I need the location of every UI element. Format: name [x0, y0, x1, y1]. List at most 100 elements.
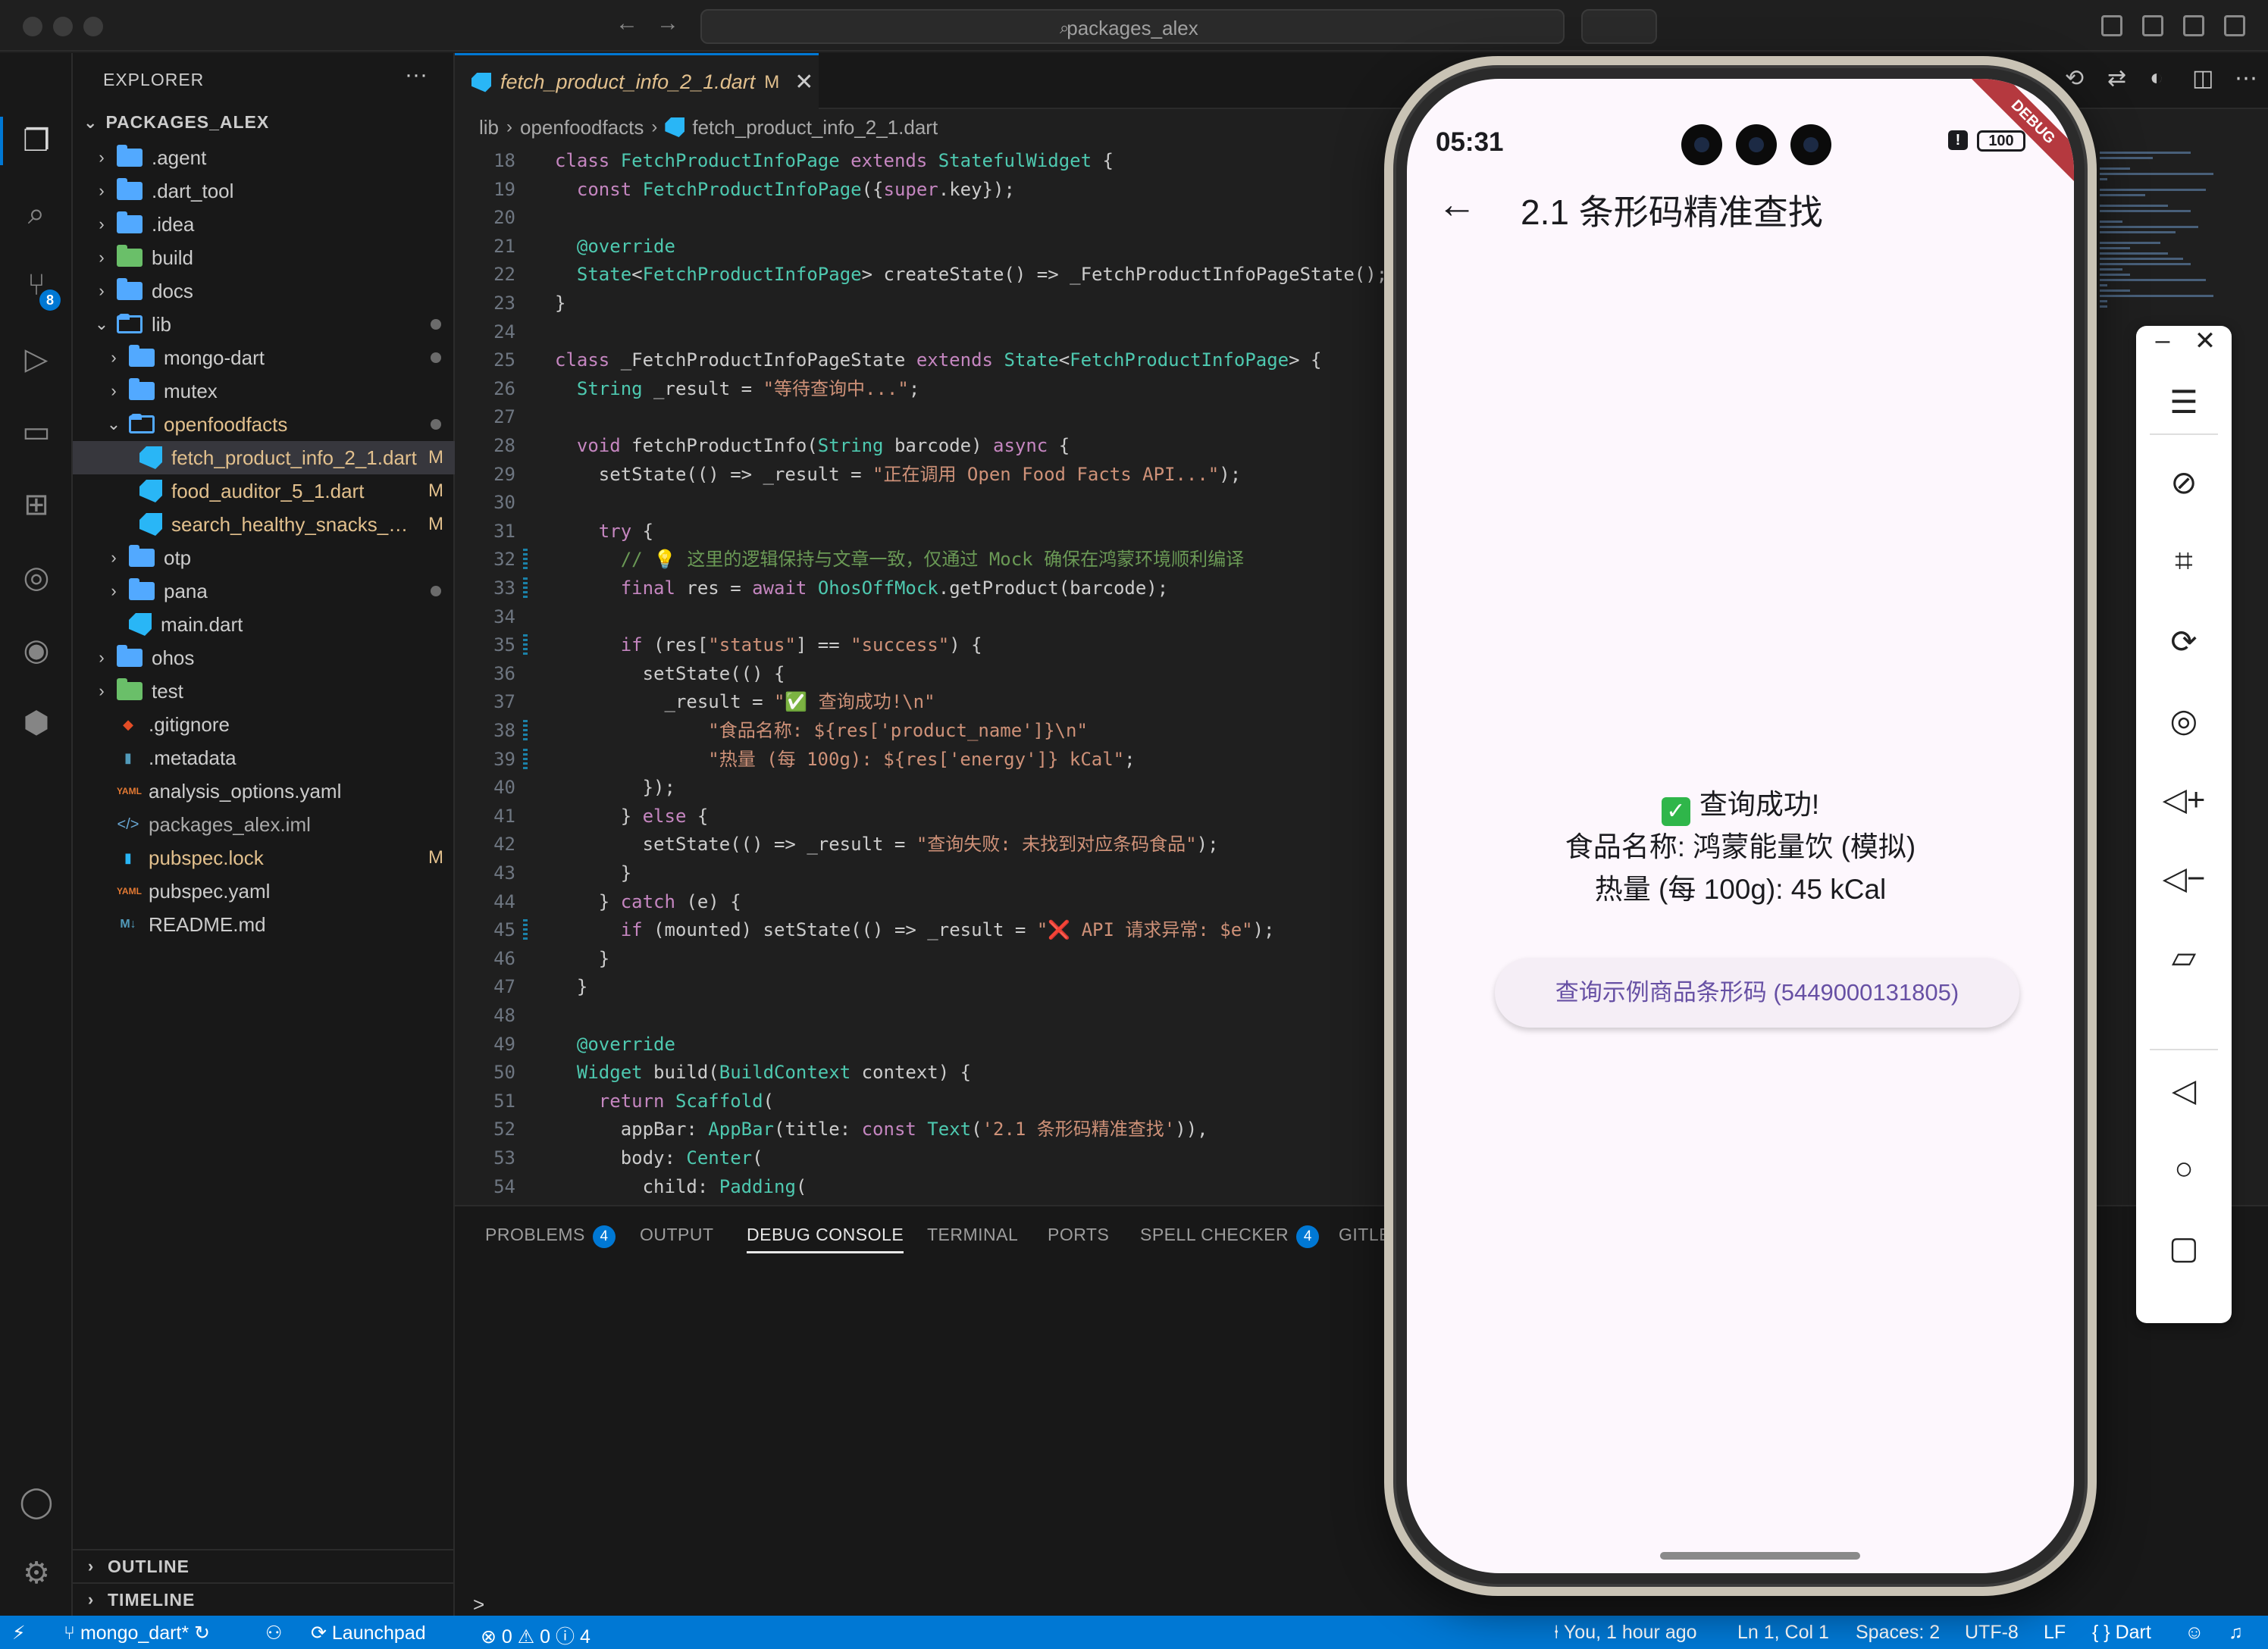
command-center[interactable]: ⌕ packages_alex [700, 9, 1565, 44]
code-line[interactable]: 30 [455, 489, 1387, 516]
code-line[interactable]: 31 try { [455, 518, 1387, 545]
code-line[interactable]: 47 } [455, 973, 1387, 1000]
tree-folder[interactable]: › .idea [73, 208, 455, 241]
tree-folder[interactable]: › mutex [73, 374, 455, 408]
open-changes-icon[interactable]: ⟲ [2065, 65, 2084, 92]
code-line[interactable]: 35 if (res["status"] == "success") { [455, 631, 1387, 659]
code-line[interactable]: 18 class FetchProductInfoPage extends Sta… [455, 147, 1387, 174]
account-icon[interactable]: ◯ [17, 1482, 56, 1522]
code-line[interactable]: 40 }); [455, 774, 1387, 801]
tree-file[interactable]: ▮ pubspec.lock M [73, 841, 455, 875]
more-actions-icon[interactable]: ··· [405, 62, 428, 88]
tree-folder[interactable]: › docs [73, 274, 455, 308]
tab-terminal[interactable]: TERMINAL [927, 1225, 1018, 1245]
toggle-secondary-sidebar-icon[interactable] [2224, 15, 2245, 36]
tree-folder[interactable]: › mongo-dart [73, 341, 455, 374]
files-icon[interactable]: ❐ [17, 121, 56, 161]
code-line[interactable]: 44 } catch (e) { [455, 888, 1387, 915]
home-indicator[interactable] [1660, 1552, 1860, 1560]
breadcrumb-item[interactable]: lib [479, 116, 499, 139]
notifications-icon[interactable]: ♫ [2229, 1622, 2243, 1644]
back-arrow-icon[interactable]: ← [616, 11, 638, 36]
code-line[interactable]: 23} [455, 289, 1387, 317]
back-nav-icon[interactable]: ◁ [2136, 1072, 2232, 1109]
problems-status[interactable]: ⊗ 0 ⚠ 0 ⓘ 4 [481, 1622, 590, 1649]
tree-folder-lib[interactable]: ⌄ lib [73, 308, 455, 341]
screenshot-icon[interactable]: ◎ [2136, 702, 2232, 739]
extensions-icon[interactable]: ⊞ [17, 485, 56, 524]
gitlens-status[interactable]: ⚇ [265, 1622, 282, 1644]
tree-folder[interactable]: › .dart_tool [73, 174, 455, 208]
tree-folder[interactable]: › .agent [73, 141, 455, 174]
code-line[interactable]: 39 "热量 (每 100g): ${res['energy']} kCal"; [455, 746, 1387, 773]
more-actions-icon[interactable]: ⋯ [2235, 65, 2257, 92]
tree-folder[interactable]: › test [73, 674, 455, 708]
phone-screen[interactable]: 05:31 ! 100 DEBUG ← 2.1 条形码精准查找 ✓ 查询成功! 食… [1407, 79, 2074, 1573]
code-line[interactable]: 42 setState(() => _result = "查询失败: 未找到对应… [455, 831, 1387, 858]
tab-problems[interactable]: PROBLEMS 4 [485, 1225, 616, 1248]
code-line[interactable]: 54 child: Padding( [455, 1173, 1387, 1200]
tree-folder-openfoodfacts[interactable]: ⌄ openfoodfacts [73, 408, 455, 441]
blame-status[interactable]: ⍿ You, 1 hour ago [1554, 1622, 1697, 1644]
code-line[interactable]: 38 "食品名称: ${res['product_name']}\n" [455, 717, 1387, 744]
tab-spell-checker[interactable]: SPELL CHECKER 4 [1140, 1225, 1320, 1248]
close-icon[interactable]: ✕ [794, 69, 813, 95]
code-line[interactable]: 24 [455, 318, 1387, 346]
gitlens-icon[interactable]: ◎ [17, 558, 56, 597]
docker-icon[interactable]: ⬢ [17, 703, 56, 743]
code-line[interactable]: 26 String _result = "等待查询中..."; [455, 375, 1387, 402]
code-line[interactable]: 32 // 💡 这里的逻辑保持与文章一致，仅通过 Mock 确保在鸿蒙环境顺利编… [455, 546, 1387, 573]
language-status[interactable]: { } Dart [2092, 1622, 2151, 1644]
code-line[interactable]: 48 [455, 1002, 1387, 1029]
tree-folder[interactable]: › ohos [73, 641, 455, 674]
code-line[interactable]: 43 } [455, 859, 1387, 887]
tab-gitlens[interactable]: GITLE [1339, 1225, 1391, 1245]
timeline-section[interactable]: › TIMELINE [73, 1582, 455, 1616]
breadcrumb-item[interactable]: fetch_product_info_2_1.dart [692, 116, 938, 139]
breadcrumb-item[interactable]: openfoodfacts [520, 116, 644, 139]
tree-file[interactable]: M↓ README.md [73, 908, 455, 941]
indentation-status[interactable]: Spaces: 2 [1856, 1622, 1940, 1644]
tree-folder[interactable]: › build [73, 241, 455, 274]
toggle-panel-icon[interactable] [2183, 15, 2204, 36]
gitlens-blame-icon[interactable]: ◐ [2150, 65, 2163, 91]
code-line[interactable]: 33 final res = await OhosOffMock.getProd… [455, 574, 1387, 602]
code-line[interactable]: 49 @override [455, 1031, 1387, 1058]
menu-icon[interactable]: ☰ [2136, 383, 2232, 421]
code-line[interactable]: 52 appBar: AppBar(title: const Text('2.1… [455, 1116, 1387, 1143]
tree-file[interactable]: YAML analysis_options.yaml [73, 774, 455, 808]
code-line[interactable]: 34 [455, 603, 1387, 630]
code-line[interactable]: 25 class _FetchProductInfoPageState exten… [455, 346, 1387, 374]
code-line[interactable]: 19 const FetchProductInfoPage({super.key… [455, 176, 1387, 203]
tree-file[interactable]: search_healthy_snacks_4_1.dartM [73, 508, 455, 541]
close-window-button[interactable] [23, 17, 42, 36]
tree-file[interactable]: main.dart [73, 608, 455, 641]
fold-icon[interactable]: ▱ [2136, 938, 2232, 975]
tab-ports[interactable]: PORTS [1048, 1225, 1109, 1245]
back-arrow-icon[interactable]: ← [1437, 182, 1477, 227]
minimize-window-button[interactable] [53, 17, 73, 36]
gitlens-compare-icon[interactable]: ⇄ [2107, 65, 2126, 92]
editor-tab-active[interactable]: fetch_product_info_2_1.dart M ✕ [455, 53, 819, 109]
code-line[interactable]: 51 return Scaffold( [455, 1087, 1387, 1115]
tree-file[interactable]: ▮ .metadata [73, 741, 455, 774]
tree-file-selected[interactable]: fetch_product_info_2_1.dart M [73, 441, 455, 474]
tree-file[interactable]: YAML pubspec.yaml [73, 875, 455, 908]
remote-explorer-icon[interactable]: ▭ [17, 412, 56, 452]
code-line[interactable]: 27 [455, 403, 1387, 430]
code-line[interactable]: 41 } else { [455, 803, 1387, 830]
maximize-window-button[interactable] [83, 17, 103, 36]
code-line[interactable]: 29 setState(() => _result = "正在调用 Open F… [455, 461, 1387, 488]
crop-icon[interactable]: ⌗ [2136, 543, 2232, 580]
branch-indicator[interactable]: ⑂ mongo_dart* ↻ [64, 1622, 210, 1644]
gitlens-inspect-icon[interactable]: ◉ [17, 630, 56, 670]
tree-folder[interactable]: › otp [73, 541, 455, 574]
recents-nav-icon[interactable]: ▢ [2136, 1229, 2232, 1266]
code-line[interactable]: 28 void fetchProductInfo(String barcode)… [455, 432, 1387, 459]
rotate-icon[interactable]: ⟳ [2136, 623, 2232, 660]
copilot-icon[interactable]: ☺ [2185, 1622, 2204, 1644]
query-barcode-button[interactable]: 查询示例商品条形码 (5449000131805) [1495, 958, 2019, 1028]
tree-file[interactable]: </> packages_alex.iml [73, 808, 455, 841]
encoding-status[interactable]: UTF-8 [1965, 1622, 2019, 1644]
code-line[interactable]: 37 _result = "✅ 查询成功!\n" [455, 688, 1387, 715]
